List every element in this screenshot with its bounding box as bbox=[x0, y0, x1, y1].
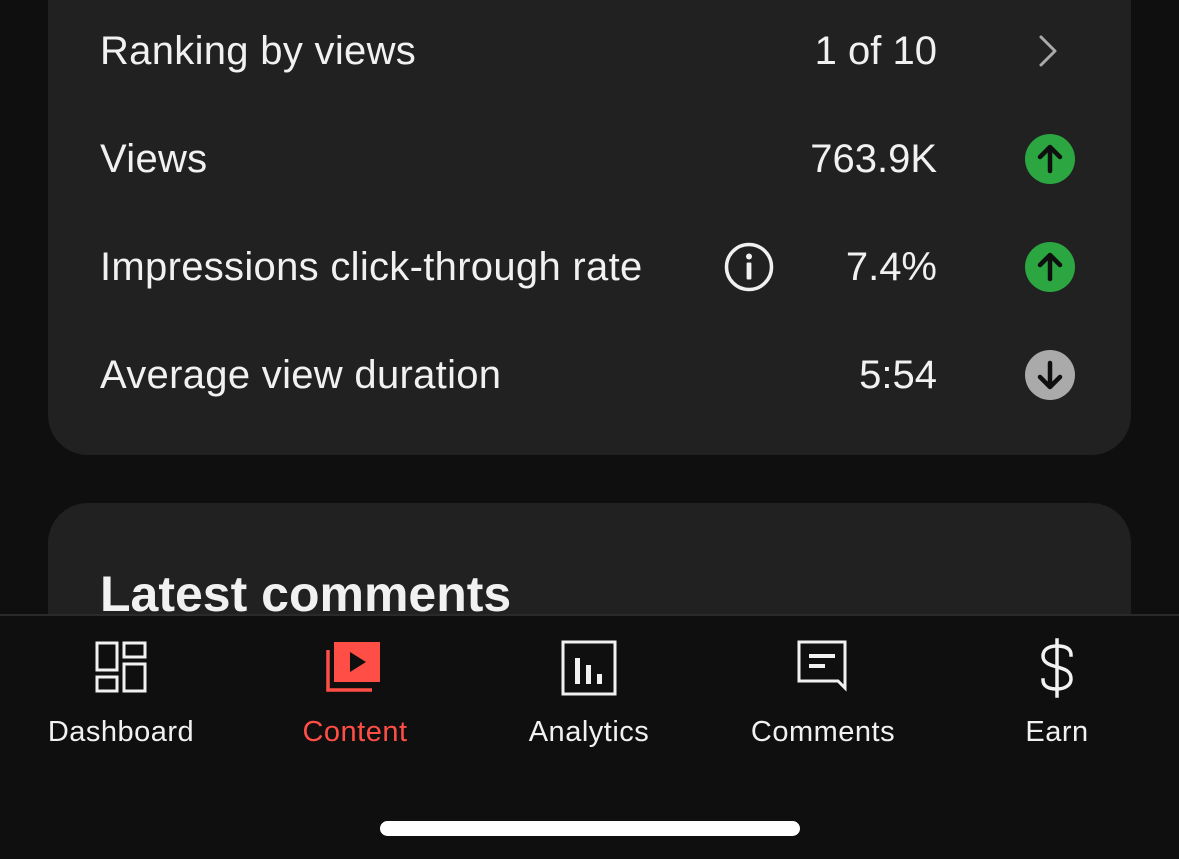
nav-content[interactable]: Content bbox=[238, 616, 472, 756]
avg-duration-row: Average view duration 5:54 bbox=[100, 345, 1079, 405]
nav-label-dashboard: Dashboard bbox=[47, 716, 195, 748]
nav-comments[interactable]: Comments bbox=[706, 616, 940, 756]
page: Ranking by views 1 of 10 Views 763.9K Im… bbox=[0, 0, 1179, 859]
avg-duration-value: 5:54 bbox=[859, 352, 937, 397]
trend-up-icon bbox=[1025, 134, 1075, 184]
ranking-value: 1 of 10 bbox=[814, 28, 937, 73]
avg-duration-label: Average view duration bbox=[100, 352, 502, 397]
views-row: Views 763.9K bbox=[100, 129, 1079, 189]
nav-label-earn: Earn bbox=[1025, 716, 1089, 748]
dollar-icon bbox=[1041, 638, 1073, 698]
nav-label-comments: Comments bbox=[750, 716, 896, 748]
views-label: Views bbox=[100, 136, 208, 181]
info-icon[interactable] bbox=[724, 242, 774, 292]
home-indicator[interactable] bbox=[380, 821, 800, 836]
views-value: 763.9K bbox=[810, 136, 937, 181]
ranking-label: Ranking by views bbox=[100, 28, 417, 73]
analytics-icon bbox=[561, 640, 617, 696]
nav-label-analytics: Analytics bbox=[528, 716, 650, 748]
trend-down-icon bbox=[1025, 350, 1075, 400]
ctr-label: Impressions click-through rate bbox=[100, 244, 643, 289]
dashboard-icon bbox=[95, 641, 147, 693]
nav-dashboard[interactable]: Dashboard bbox=[4, 616, 238, 756]
content-icon bbox=[326, 642, 380, 692]
ctr-row: Impressions click-through rate 7.4% bbox=[100, 237, 1079, 297]
comments-icon bbox=[797, 640, 847, 692]
ranking-row[interactable]: Ranking by views 1 of 10 bbox=[100, 21, 1079, 81]
chevron-right-icon[interactable] bbox=[1037, 34, 1059, 68]
nav-analytics[interactable]: Analytics bbox=[472, 616, 706, 756]
video-stats-card: Ranking by views 1 of 10 Views 763.9K Im… bbox=[48, 0, 1131, 455]
trend-up-icon bbox=[1025, 242, 1075, 292]
ctr-value: 7.4% bbox=[845, 244, 937, 289]
nav-label-content: Content bbox=[302, 716, 408, 748]
nav-earn[interactable]: Earn bbox=[940, 616, 1174, 756]
